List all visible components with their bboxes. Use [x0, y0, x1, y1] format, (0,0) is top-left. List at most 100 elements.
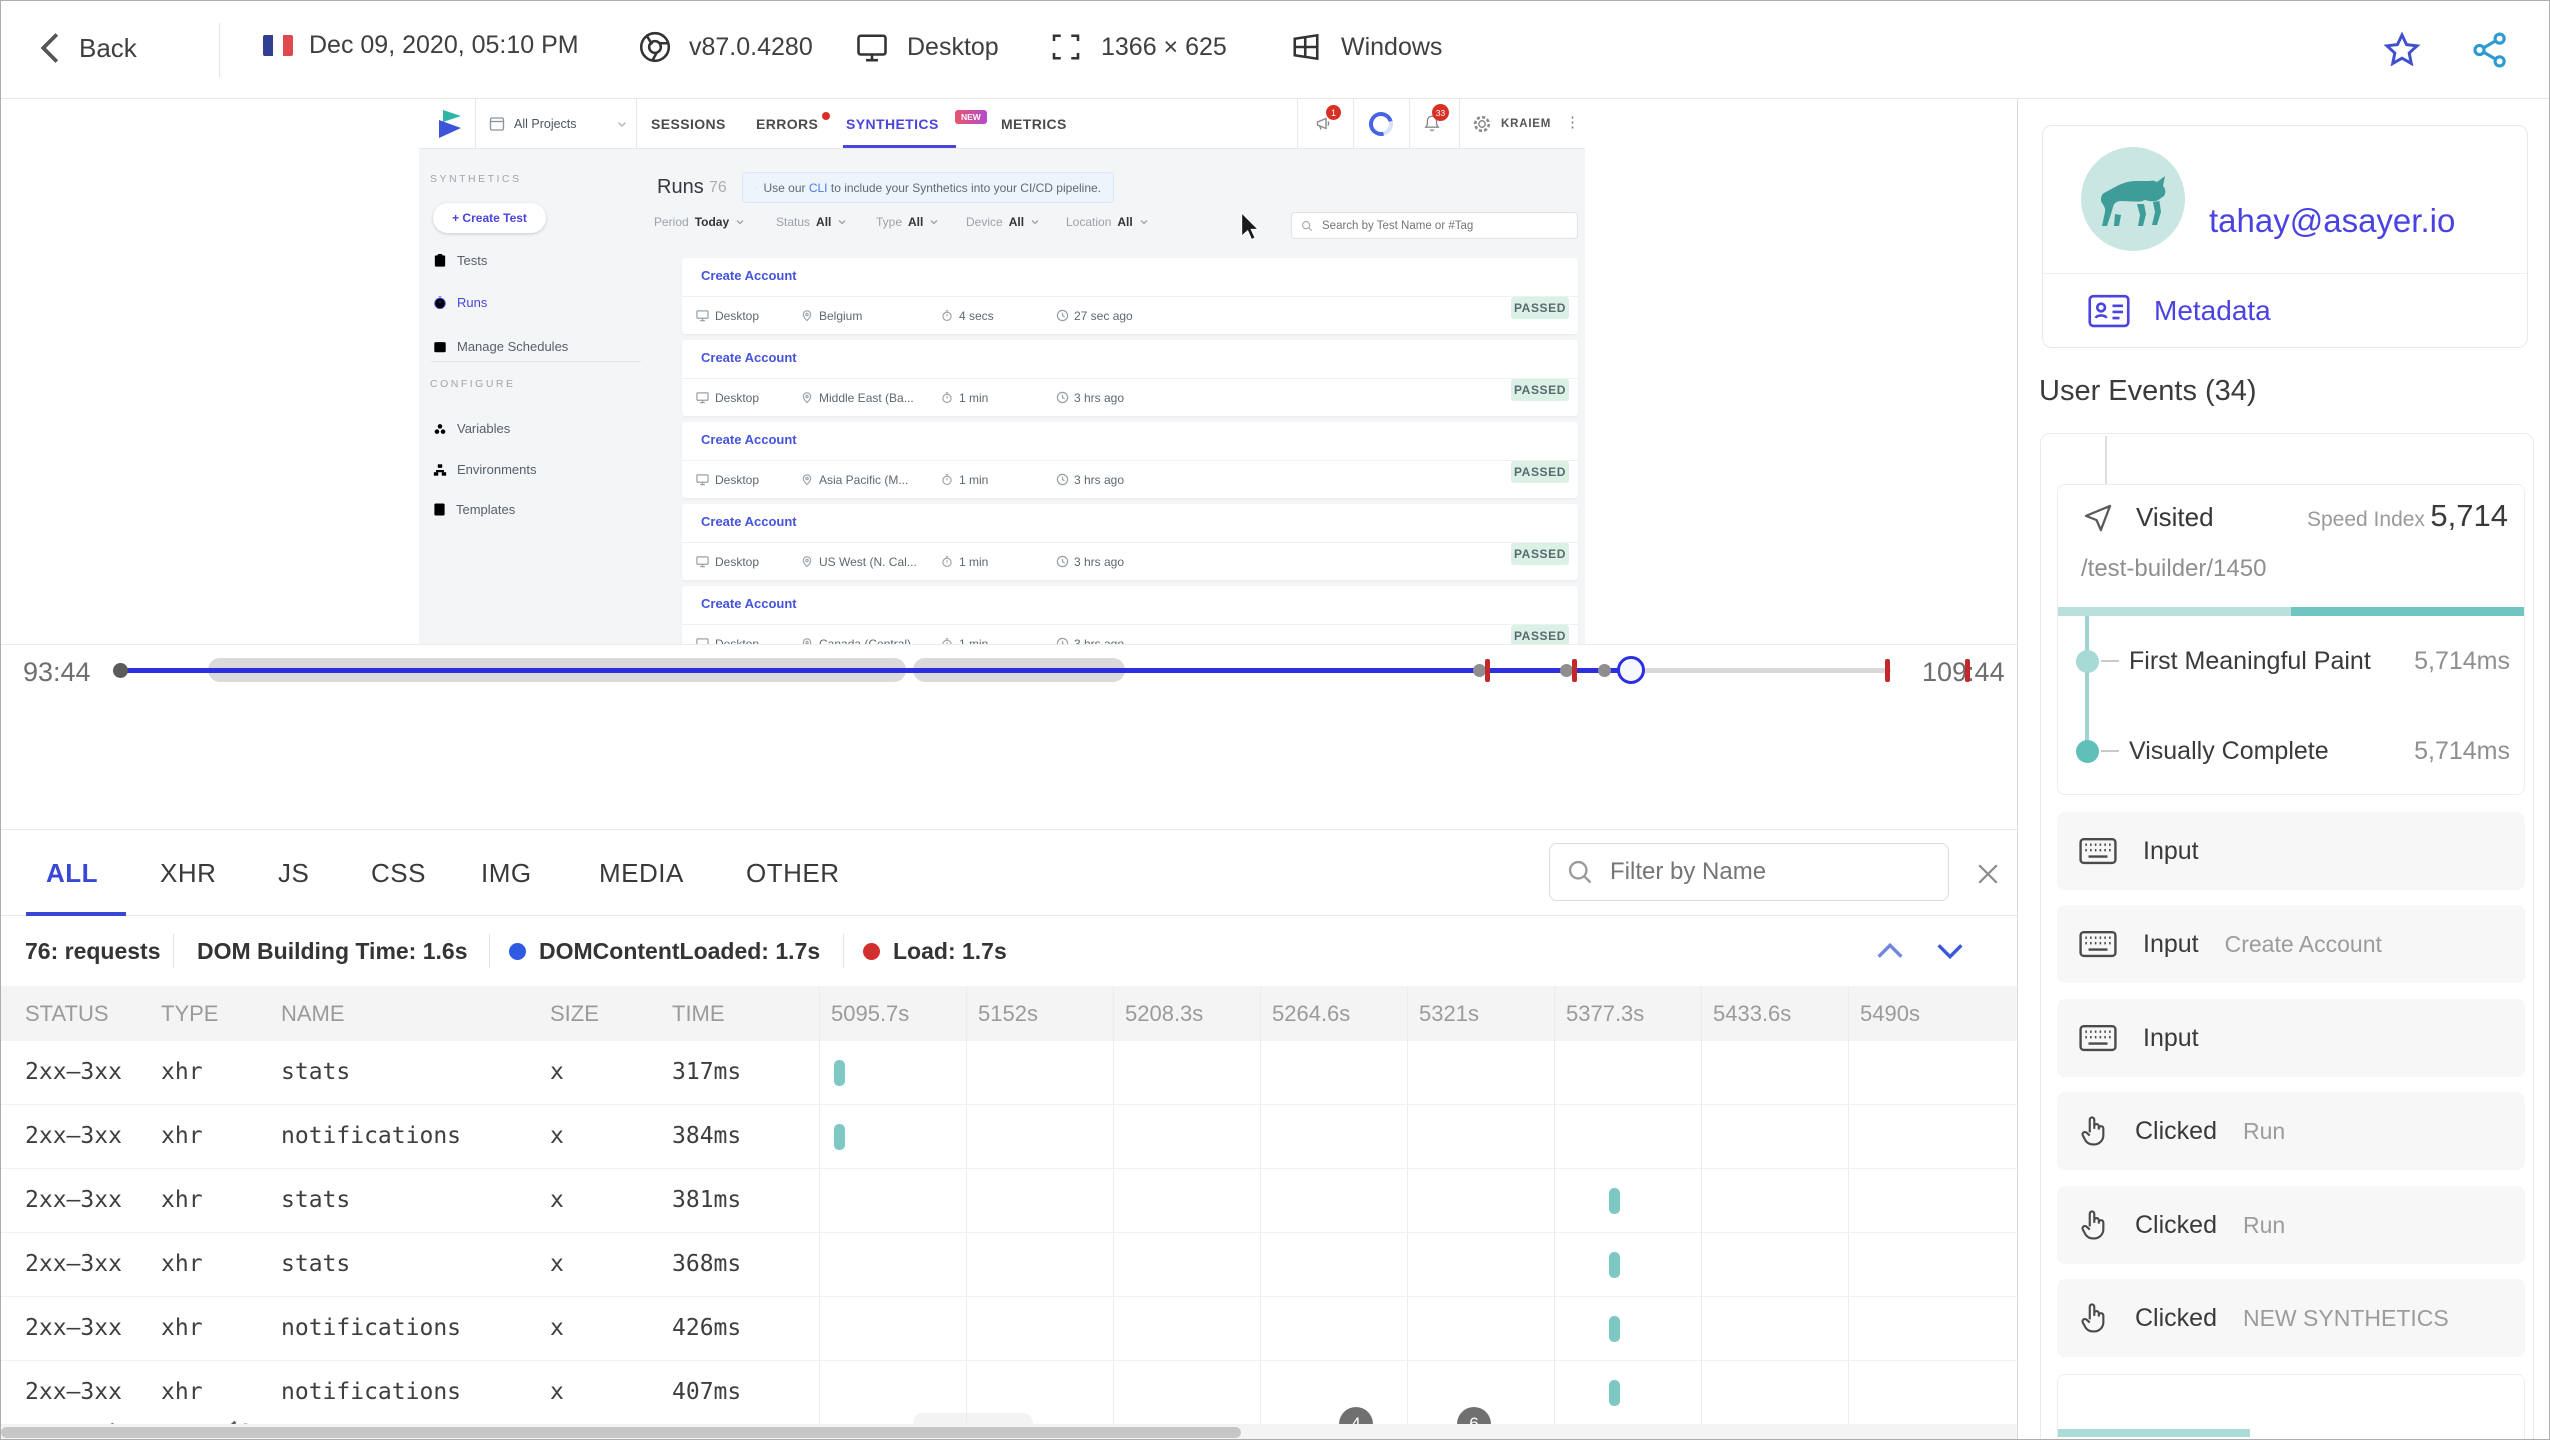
waterfall-bar [1609, 1188, 1620, 1214]
network-filter-input[interactable] [1608, 857, 1908, 887]
os-label: Windows [1341, 32, 1443, 61]
playhead[interactable] [1617, 656, 1645, 684]
app-sidebar-environments[interactable]: Environments [433, 462, 536, 477]
net-tab-media[interactable]: MEDIA [599, 830, 684, 916]
app-tab-sessions[interactable]: SESSIONS [651, 99, 726, 149]
col-t3: 5264.6s [1272, 1001, 1351, 1026]
load-time: Load: 1.7s [893, 938, 1007, 964]
user-events-list: Visited Speed Index 5,714 /test-builder/… [2040, 433, 2534, 1439]
event-card-clicked[interactable]: Clicked NEW SYNTHETICS [2057, 1279, 2525, 1357]
network-row[interactable]: 2xx–3xx xhr stats x 317ms [1, 1041, 2017, 1105]
app-sidebar-templates[interactable]: Templates [433, 502, 515, 517]
event-card-clicked[interactable]: Clicked Run [2057, 1186, 2525, 1264]
event-card-clicked[interactable]: Clicked Run [2057, 1092, 2525, 1170]
location-pin-icon [802, 392, 812, 404]
click-hand-icon [2081, 1210, 2105, 1240]
event-card-input[interactable]: Input Create Account [2057, 905, 2525, 983]
share-button[interactable] [2469, 29, 2511, 71]
app-sidebar-schedules[interactable]: Manage Schedules [433, 339, 568, 354]
error-marker [1885, 659, 1890, 682]
replay-stage: All Projects SESSIONS ERRORS SYNTHETICS … [1, 99, 2017, 644]
speed-index-label: Speed Index [2307, 508, 2425, 531]
app-tab-synthetics[interactable]: SYNTHETICS [846, 99, 939, 149]
os-info: Windows [1287, 29, 1442, 65]
jump-prev-icon[interactable] [1873, 936, 1907, 966]
stopwatch-icon [942, 638, 952, 644]
vc-value: 5,714ms [2414, 737, 2510, 765]
net-tab-img[interactable]: IMG [481, 830, 532, 916]
horizontal-scrollbar[interactable] [1, 1425, 2017, 1439]
divider [2043, 273, 2527, 274]
cli-link[interactable]: CLI [809, 181, 828, 195]
network-row[interactable]: 2xx–3xx xhr notifications x 426ms [1, 1297, 2017, 1361]
event-card-input[interactable]: Input [2057, 999, 2525, 1077]
app-sidebar-runs[interactable]: Runs [433, 295, 487, 310]
clock-runs-icon [434, 296, 446, 310]
load-dot [863, 943, 880, 960]
app-top-nav: All Projects SESSIONS ERRORS SYNTHETICS … [419, 99, 1585, 149]
keyboard-icon [2079, 1024, 2117, 1052]
jump-next-icon[interactable] [1933, 936, 1967, 966]
timeline-end-time: 109:44 [1922, 657, 2005, 687]
event-card-partial[interactable] [2057, 1374, 2525, 1439]
filter-device[interactable]: Device All [966, 215, 1040, 229]
net-tab-other[interactable]: OTHER [746, 830, 840, 916]
run-card[interactable]: Create Account Desktop Middle East (Ba..… [682, 340, 1578, 416]
app-sidebar-tests[interactable]: Tests [433, 253, 487, 268]
net-tab-js[interactable]: JS [278, 830, 309, 916]
filter-period[interactable]: Period Today [654, 215, 745, 229]
event-card-visited[interactable]: Visited Speed Index 5,714 /test-builder/… [2057, 484, 2525, 795]
network-row[interactable]: 2xx–3xx xhr stats x 381ms [1, 1169, 2017, 1233]
filter-status[interactable]: Status All [776, 215, 847, 229]
status-badge: PASSED [1511, 625, 1569, 644]
net-tab-all[interactable]: ALL [46, 830, 98, 916]
net-tab-css[interactable]: CSS [371, 830, 426, 916]
gear-icon[interactable] [1471, 113, 1493, 135]
network-row[interactable]: 2xx–3xx xhr notifications x 384ms [1, 1105, 2017, 1169]
close-panel-icon[interactable] [1973, 859, 2003, 889]
visited-label: Visited [2136, 502, 2214, 532]
network-filter[interactable] [1549, 843, 1949, 901]
back-button[interactable]: Back [37, 31, 137, 65]
monitor-icon [696, 310, 709, 322]
scrollbar-thumb[interactable] [1, 1427, 1241, 1438]
search-icon [1301, 220, 1313, 231]
project-selector[interactable]: All Projects [489, 99, 628, 149]
metadata-button[interactable]: Metadata [2088, 294, 2271, 328]
new-badge: NEW [955, 110, 987, 124]
monitor-icon [696, 474, 709, 486]
session-date-text: Dec 09, 2020, 05:10 PM [309, 31, 579, 59]
announcements-button[interactable]: 1 [1314, 105, 1341, 135]
runs-search-input[interactable] [1320, 218, 1560, 233]
runs-title: Runs [657, 176, 704, 198]
filter-location[interactable]: Location All [1066, 215, 1149, 229]
user-menu[interactable]: KRAIEM [1501, 118, 1551, 130]
app-tab-errors[interactable]: ERRORS [756, 99, 818, 149]
run-card[interactable]: Create Account Desktop US West (N. Cal..… [682, 504, 1578, 580]
col-time: TIME [672, 1001, 725, 1026]
kebab-menu-icon[interactable]: ⋮ [1565, 113, 1580, 131]
browser-info: v87.0.4280 [637, 29, 813, 65]
chevron-down-icon [930, 220, 938, 225]
app-sidebar-variables[interactable]: Variables [433, 421, 510, 436]
network-row[interactable]: 2xx–3xx xhr stats x 368ms [1, 1233, 2017, 1297]
run-card[interactable]: Create Account Desktop Asia Pacific (M..… [682, 422, 1578, 498]
viewport-info: 1366 × 625 [1047, 29, 1227, 65]
event-card-input[interactable]: Input [2057, 812, 2525, 890]
timeline-current-time: 93:44 [23, 657, 91, 687]
chevron-left-icon [40, 33, 59, 63]
user-email[interactable]: tahay@asayer.io [2209, 202, 2455, 240]
run-card[interactable]: Create Account Desktop Canada (Central) … [682, 586, 1578, 644]
notifications-button[interactable]: 33 [1421, 104, 1449, 134]
status-badge: PASSED [1511, 543, 1569, 565]
network-row[interactable]: 2xx–3xx xhr notifications x 407ms [1, 1361, 2017, 1425]
net-tab-xhr[interactable]: XHR [160, 830, 216, 916]
app-tab-metrics[interactable]: METRICS [1001, 99, 1067, 149]
filter-type[interactable]: Type All [876, 215, 939, 229]
favorite-button[interactable] [2381, 29, 2423, 71]
run-card[interactable]: Create Account Desktop Belgium 4 secs 27… [682, 258, 1578, 334]
runs-search[interactable] [1291, 212, 1578, 239]
timeline[interactable]: 93:44 109:44 [1, 644, 2017, 701]
col-t7: 5490s [1860, 1001, 1920, 1026]
create-test-button[interactable]: + Create Test [433, 203, 546, 233]
